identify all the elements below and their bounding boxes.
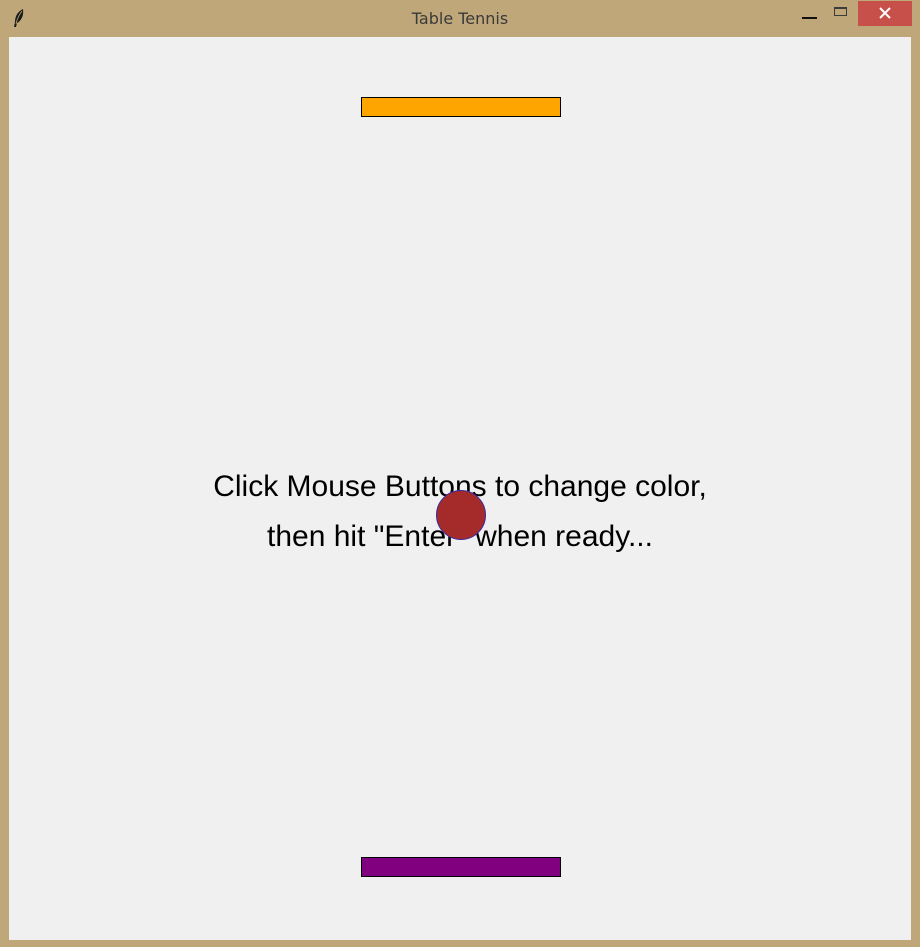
maximize-button[interactable] (828, 4, 854, 28)
window-title: Table Tennis (411, 9, 509, 28)
title-bar[interactable]: Table Tennis (0, 0, 920, 37)
game-canvas[interactable]: Click Mouse Buttons to change color, the… (9, 37, 911, 940)
minimize-button[interactable] (797, 4, 823, 28)
close-button[interactable] (858, 1, 912, 26)
app-window: Table Tennis Click Mouse Buttons to chan… (0, 0, 920, 947)
ball[interactable] (436, 490, 486, 540)
bottom-paddle[interactable] (361, 857, 561, 877)
close-icon (879, 7, 891, 19)
top-paddle[interactable] (361, 97, 561, 117)
